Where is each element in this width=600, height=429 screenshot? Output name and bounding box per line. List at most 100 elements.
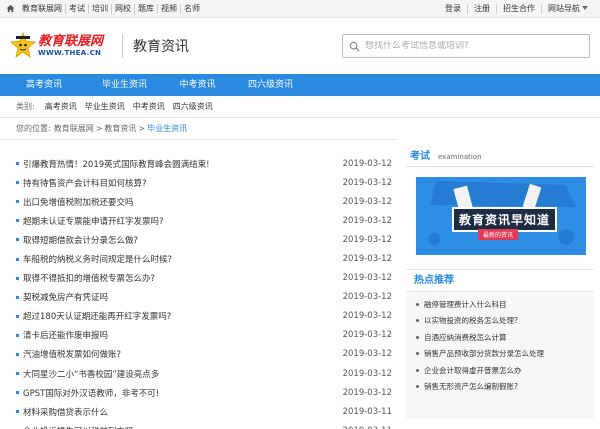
top-link-question-bank[interactable]: 题库 [134, 3, 157, 14]
top-right-links: 登录 注册 招生合作 网站导航 [439, 3, 594, 14]
article-title[interactable]: 超期未认证专票能申请开红字发票吗? [23, 215, 337, 227]
article-title[interactable]: 汽油增值税发票如何做账? [23, 348, 337, 360]
nav-item-gaokao[interactable]: 高考资讯 [0, 74, 88, 96]
hot-item-title[interactable]: 销售产品预收部分货款分录怎么处理 [424, 348, 544, 359]
article-row[interactable]: 企业投诉损失可以税前列支吗2019-03-11 [0, 421, 404, 429]
article-title[interactable]: 车船税的纳税义务时间规定是什么时候? [23, 253, 337, 265]
bullet-icon [16, 162, 19, 166]
dot-icon [416, 335, 419, 339]
top-link-site[interactable]: 教育联展网 [19, 4, 65, 14]
article-date: 2019-03-12 [342, 292, 392, 303]
partner-link[interactable]: 招生合作 [496, 3, 541, 14]
promo-banner[interactable]: 教育资讯早知道 最新的资讯 [416, 177, 586, 255]
article-row[interactable]: 引爆教育热情！2019英式国际教育峰会圆满结束! 2019-03-12 [0, 154, 404, 173]
top-link-school[interactable]: 网校 [111, 3, 134, 14]
article-title[interactable]: 出口免增值税附加税还要交吗 [23, 196, 337, 208]
top-link-exam[interactable]: 考试 [65, 3, 88, 14]
site-nav-dropdown[interactable]: 网站导航 [541, 3, 594, 14]
article-title[interactable]: 取得不得抵扣的增值税专票怎么办? [23, 272, 337, 284]
bullet-icon [16, 314, 19, 318]
bullet-icon [16, 391, 19, 395]
hot-item-title[interactable]: 企业会计取得虚开普票怎么办 [424, 365, 522, 376]
hot-item[interactable]: 自酒应纳消费税怎么计算 [406, 329, 594, 346]
search-icon[interactable] [349, 41, 360, 52]
breadcrumb: 您的位置: 教育联展网 > 教育资讯 > 毕业生资讯 [0, 118, 398, 140]
bullet-icon [16, 410, 19, 414]
hot-item[interactable]: 销售无形资产怎么编制假账? [406, 379, 594, 396]
search-input[interactable] [365, 41, 575, 51]
hot-item-title[interactable]: 以实物投资的税务怎么处理? [424, 315, 518, 326]
hot-item[interactable]: 销售产品预收部分货款分录怎么处理 [406, 346, 594, 363]
hot-item-title[interactable]: 融停管理费计入什么科目 [424, 299, 507, 310]
nav-item-cet[interactable]: 四六级资讯 [234, 74, 307, 96]
nav-item-graduate[interactable]: 毕业生资讯 [88, 74, 161, 96]
login-link[interactable]: 登录 [439, 4, 467, 14]
top-link-video[interactable]: 视频 [157, 3, 180, 14]
article-row[interactable]: 出口免增值税附加税还要交吗 2019-03-12 [0, 192, 404, 211]
article-row[interactable]: 超期未认证专票能申请开红字发票吗? 2019-03-12 [0, 211, 404, 230]
category-label: 类别: [16, 102, 35, 111]
mascot-icon [10, 31, 36, 58]
article-date: 2019-03-11 [342, 406, 392, 417]
bullet-icon [16, 238, 19, 242]
article-title[interactable]: 企业投诉损失可以税前列支吗 [23, 425, 337, 429]
hot-item[interactable]: 企业会计取得虚开普票怎么办 [406, 362, 594, 379]
banner-subtitle: 最新的资讯 [478, 229, 519, 240]
article-title[interactable]: 大同星沙二小“书香校园”建设亮点多 [23, 368, 337, 380]
category-graduate[interactable]: 毕业生资讯 [85, 101, 125, 112]
article-title[interactable]: 超过180天认证期还能再开红字发票吗? [23, 310, 337, 322]
hot-item-title[interactable]: 自酒应纳消费税怎么计算 [424, 332, 507, 343]
exam-subtitle: examination [438, 153, 482, 161]
site-logo[interactable]: 教育联展网 WWW.THEA.CN [10, 26, 114, 66]
hot-item[interactable]: 以实物投资的税务怎么处理? [406, 313, 594, 330]
hot-item[interactable]: 融停管理费计入什么科目 [406, 296, 594, 313]
article-date: 2019-03-12 [342, 196, 392, 207]
hot-list: 融停管理费计入什么科目 以实物投资的税务怎么处理? 自酒应纳消费税怎么计算销售产品预… [406, 292, 594, 395]
dot-icon [416, 368, 419, 372]
search-box[interactable] [342, 34, 590, 58]
category-gaokao[interactable]: 高考资讯 [45, 101, 77, 112]
register-link[interactable]: 注册 [467, 3, 496, 14]
article-date: 2019-03-12 [342, 234, 392, 245]
breadcrumb-news[interactable]: 教育资讯 [104, 123, 136, 134]
home-icon[interactable] [6, 4, 15, 13]
article-row[interactable]: 取得短期借款会计分录怎么做? 2019-03-12 [0, 230, 404, 249]
article-row[interactable]: 持有待售资产会计科目如何核算? 2019-03-12 [0, 173, 404, 192]
article-row[interactable]: 清卡后还能作废申报吗 2019-03-12 [0, 326, 404, 345]
category-zhongkao[interactable]: 中考资讯 [133, 101, 165, 112]
article-row[interactable]: 汽油增值税发票如何做账? 2019-03-12 [0, 345, 404, 364]
article-row[interactable]: 取得不得抵扣的增值税专票怎么办? 2019-03-12 [0, 269, 404, 288]
bullet-icon [16, 219, 19, 223]
header: 教育联展网 WWW.THEA.CN 教育资讯 [0, 18, 600, 74]
nav-item-zhongkao[interactable]: 中考资讯 [161, 74, 234, 96]
article-title[interactable]: 契税减免房产有凭证吗 [23, 291, 337, 303]
bullet-icon [16, 276, 19, 280]
article-title[interactable]: 引爆教育热情！2019英式国际教育峰会圆满结束! [23, 158, 337, 170]
article-row[interactable]: 超过180天认证期还能再开红字发票吗? 2019-03-12 [0, 307, 404, 326]
article-row[interactable]: 材料采购借贷表示什么 2019-03-11 [0, 402, 404, 421]
breadcrumb-prefix: 您的位置: [16, 124, 51, 133]
hot-item-title[interactable]: 销售无形资产怎么编制假账? [424, 381, 518, 392]
article-date: 2019-03-12 [342, 158, 392, 169]
article-title[interactable]: 持有待售资产会计科目如何核算? [23, 177, 337, 189]
breadcrumb-separator: > [95, 124, 103, 133]
article-row[interactable]: GPST国际对外汉语教师，非考不可! 2019-03-12 [0, 383, 404, 402]
top-link-teacher[interactable]: 名师 [180, 3, 203, 14]
article-title[interactable]: 清卡后还能作废申报吗 [23, 329, 337, 341]
exam-title[interactable]: 考试 [410, 147, 430, 162]
breadcrumb-home[interactable]: 教育联展网 [54, 123, 94, 134]
top-link-training[interactable]: 培训 [88, 3, 111, 14]
article-row[interactable]: 车船税的纳税义务时间规定是什么时候? 2019-03-12 [0, 249, 404, 268]
article-date: 2019-03-12 [342, 273, 392, 284]
article-date: 2019-03-12 [342, 349, 392, 360]
article-date: 2019-03-12 [342, 177, 392, 188]
article-title[interactable]: 材料采购借贷表示什么 [23, 406, 337, 418]
article-title[interactable]: GPST国际对外汉语教师，非考不可! [23, 387, 337, 399]
article-row[interactable]: 大同星沙二小“书香校园”建设亮点多 2019-03-12 [0, 364, 404, 383]
dot-icon [416, 302, 419, 306]
category-cet[interactable]: 四六级资讯 [173, 101, 213, 112]
article-row[interactable]: 契税减免房产有凭证吗 2019-03-12 [0, 288, 404, 307]
article-title[interactable]: 取得短期借款会计分录怎么做? [23, 234, 337, 246]
breadcrumb-current: 毕业生资讯 [147, 124, 188, 133]
chevron-down-icon [582, 6, 588, 10]
